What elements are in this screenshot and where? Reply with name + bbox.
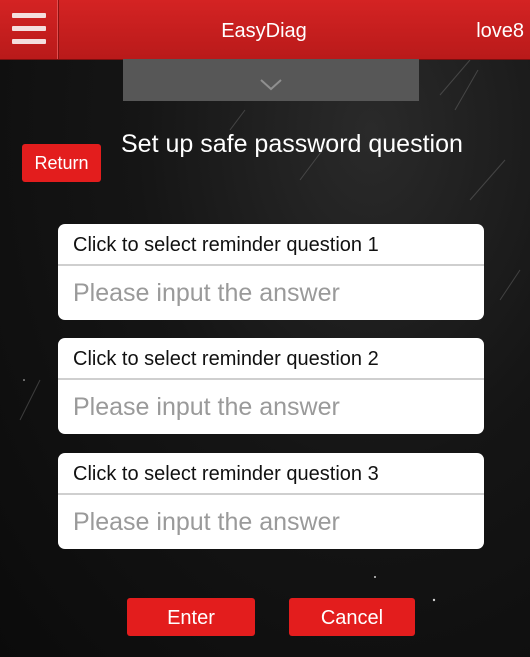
username-label[interactable]: love8 [476,0,524,59]
enter-button[interactable]: Enter [127,598,255,636]
chevron-down-icon [260,79,282,91]
question-card-2: Click to select reminder question 2 [58,338,484,434]
page-title: Set up safe password question [121,130,463,158]
question-select-2[interactable]: Click to select reminder question 2 [58,338,484,380]
answer-input-2[interactable] [58,380,484,434]
app-title: EasyDiag [221,20,307,42]
question-select-1[interactable]: Click to select reminder question 1 [58,224,484,266]
return-button[interactable]: Return [22,144,101,182]
question-card-3: Click to select reminder question 3 [58,453,484,549]
answer-input-3[interactable] [58,495,484,549]
dropdown-pull-tab[interactable] [123,59,419,101]
question-card-1: Click to select reminder question 1 [58,224,484,320]
app-header: EasyDiag love8 [0,0,530,60]
app-screen: EasyDiag love8 Return Set up safe passwo… [0,0,530,657]
cancel-button[interactable]: Cancel [289,598,415,636]
hamburger-menu-icon[interactable] [0,0,59,59]
question-select-3[interactable]: Click to select reminder question 3 [58,453,484,495]
answer-input-1[interactable] [58,266,484,320]
